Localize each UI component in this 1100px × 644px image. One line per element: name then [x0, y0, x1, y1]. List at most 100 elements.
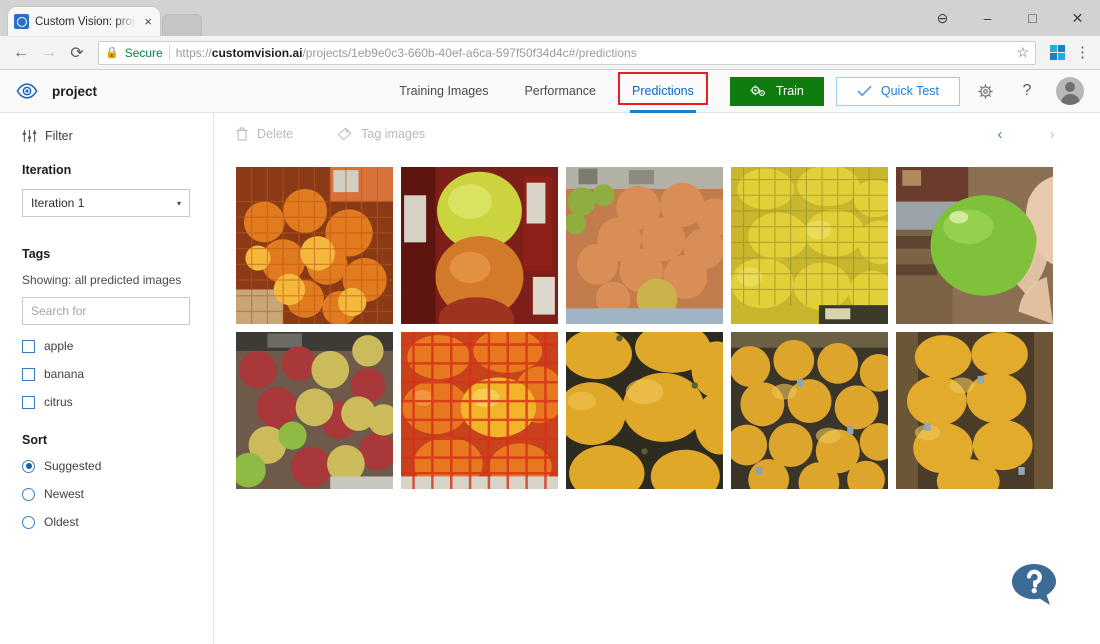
radio-icon: [22, 516, 35, 529]
iteration-selected-value: Iteration 1: [31, 196, 84, 210]
url-text: https://customvision.ai/projects/1eb9e0c…: [176, 46, 637, 60]
prediction-image-grid: [214, 155, 1100, 489]
chevron-down-icon: ▾: [177, 199, 181, 208]
tag-label: apple: [44, 339, 73, 353]
window-controls: ⊖ – □ ✕: [920, 0, 1100, 36]
app-header: project Training Images Performance Pred…: [0, 70, 1100, 113]
iteration-select[interactable]: Iteration 1 ▾: [22, 189, 190, 217]
avatar[interactable]: [1056, 77, 1084, 105]
train-button-label: Train: [776, 84, 804, 98]
custom-vision-eye-logo: [16, 80, 38, 102]
radio-icon: [22, 488, 35, 501]
tag-images-label: Tag images: [361, 127, 425, 141]
help-chat-button[interactable]: [1010, 560, 1058, 608]
tab-label: Performance: [524, 84, 596, 98]
check-icon: [857, 85, 872, 97]
delete-button[interactable]: Delete: [236, 127, 293, 141]
quick-test-button-label: Quick Test: [881, 84, 939, 98]
maximize-icon[interactable]: □: [1010, 3, 1055, 33]
train-button[interactable]: Train: [730, 77, 824, 106]
filter-header[interactable]: Filter: [22, 129, 191, 143]
sort-title: Sort: [22, 433, 191, 447]
custom-vision-favicon: [14, 14, 29, 29]
tab-performance[interactable]: Performance: [506, 70, 614, 113]
lock-icon: 🔒: [105, 46, 119, 59]
filter-sliders-icon: [22, 129, 37, 143]
filter-label: Filter: [45, 129, 73, 143]
delete-label: Delete: [257, 127, 293, 141]
prediction-thumbnail[interactable]: [896, 332, 1053, 489]
reload-icon[interactable]: ⟳: [64, 40, 90, 66]
tag-checkbox-apple[interactable]: apple: [22, 339, 191, 353]
tags-showing-label: Showing: all predicted images: [22, 273, 191, 287]
secure-label: Secure: [125, 46, 163, 60]
tag-images-button[interactable]: Tag images: [337, 127, 425, 141]
prediction-thumbnail[interactable]: [566, 332, 723, 489]
url-path: /projects/1eb9e0c3-660b-40ef-a6ca-597f50…: [302, 46, 636, 60]
browser-tab[interactable]: Custom Vision: project - ×: [8, 7, 160, 36]
checkbox-icon: [22, 368, 35, 381]
tab-predictions[interactable]: Predictions: [614, 70, 712, 113]
browser-toolbar: ← → ⟳ 🔒 Secure https://customvision.ai/p…: [0, 36, 1100, 70]
tag-search-input[interactable]: [22, 297, 190, 325]
browser-menu-icon[interactable]: ⋮: [1075, 48, 1090, 58]
back-icon[interactable]: ←: [8, 40, 34, 66]
tag-checkbox-banana[interactable]: banana: [22, 367, 191, 381]
tag-checkbox-citrus[interactable]: citrus: [22, 395, 191, 409]
prev-page-button[interactable]: ‹: [992, 126, 1008, 143]
tab-label: Training Images: [399, 84, 488, 98]
question-chat-icon: [1010, 560, 1058, 608]
sort-label: Suggested: [44, 459, 101, 473]
page-title: project: [52, 84, 97, 99]
radio-icon: [22, 460, 35, 473]
browser-window: Custom Vision: project - × ⊖ – □ ✕ ← → ⟳…: [0, 0, 1100, 644]
new-tab-button[interactable]: [162, 14, 202, 36]
sort-label: Oldest: [44, 515, 79, 529]
extension-icon[interactable]: [1050, 45, 1065, 60]
prediction-thumbnail[interactable]: [566, 167, 723, 324]
help-icon[interactable]: ?: [1010, 74, 1044, 108]
content-toolbar: Delete Tag images ‹ ›: [214, 113, 1100, 155]
address-bar[interactable]: 🔒 Secure https://customvision.ai/project…: [98, 41, 1036, 65]
tab-training-images[interactable]: Training Images: [381, 70, 506, 113]
tag-label: citrus: [44, 395, 73, 409]
prediction-thumbnail[interactable]: [731, 332, 888, 489]
prediction-thumbnail[interactable]: [401, 332, 558, 489]
sort-label: Newest: [44, 487, 84, 501]
prediction-thumbnail[interactable]: [236, 167, 393, 324]
url-scheme: https://: [176, 46, 212, 60]
app-nav: Training Images Performance Predictions: [381, 70, 1084, 113]
minimize-icon[interactable]: –: [965, 3, 1010, 33]
quick-test-button[interactable]: Quick Test: [836, 77, 960, 106]
sidebar: Filter Iteration Iteration 1 ▾ Tags Show…: [0, 113, 214, 644]
prediction-thumbnail[interactable]: [896, 167, 1053, 324]
tag-label: banana: [44, 367, 84, 381]
prediction-thumbnail[interactable]: [731, 167, 888, 324]
star-icon[interactable]: ☆: [1008, 44, 1029, 61]
gears-icon: [750, 84, 767, 99]
sort-option-suggested[interactable]: Suggested: [22, 459, 191, 473]
tab-title: Custom Vision: project -: [35, 16, 136, 28]
next-page-button[interactable]: ›: [1044, 126, 1060, 143]
tag-icon: [337, 127, 352, 141]
profile-icon[interactable]: ⊖: [920, 3, 965, 33]
sort-option-oldest[interactable]: Oldest: [22, 515, 191, 529]
prediction-thumbnail[interactable]: [236, 332, 393, 489]
app-body: Filter Iteration Iteration 1 ▾ Tags Show…: [0, 113, 1100, 644]
close-window-icon[interactable]: ✕: [1055, 3, 1100, 33]
main-content: Delete Tag images ‹ ›: [214, 113, 1100, 644]
sort-option-newest[interactable]: Newest: [22, 487, 191, 501]
prediction-thumbnail[interactable]: [401, 167, 558, 324]
gear-icon[interactable]: [968, 74, 1002, 108]
url-host: customvision.ai: [212, 46, 303, 60]
checkbox-icon: [22, 340, 35, 353]
tab-label: Predictions: [632, 84, 694, 98]
tags-title: Tags: [22, 247, 191, 261]
forward-icon[interactable]: →: [36, 40, 62, 66]
checkbox-icon: [22, 396, 35, 409]
trash-icon: [236, 127, 248, 141]
custom-vision-app: project Training Images Performance Pred…: [0, 70, 1100, 644]
close-icon[interactable]: ×: [142, 14, 154, 29]
divider: [169, 45, 170, 60]
browser-tabstrip: Custom Vision: project - × ⊖ – □ ✕: [0, 0, 1100, 36]
